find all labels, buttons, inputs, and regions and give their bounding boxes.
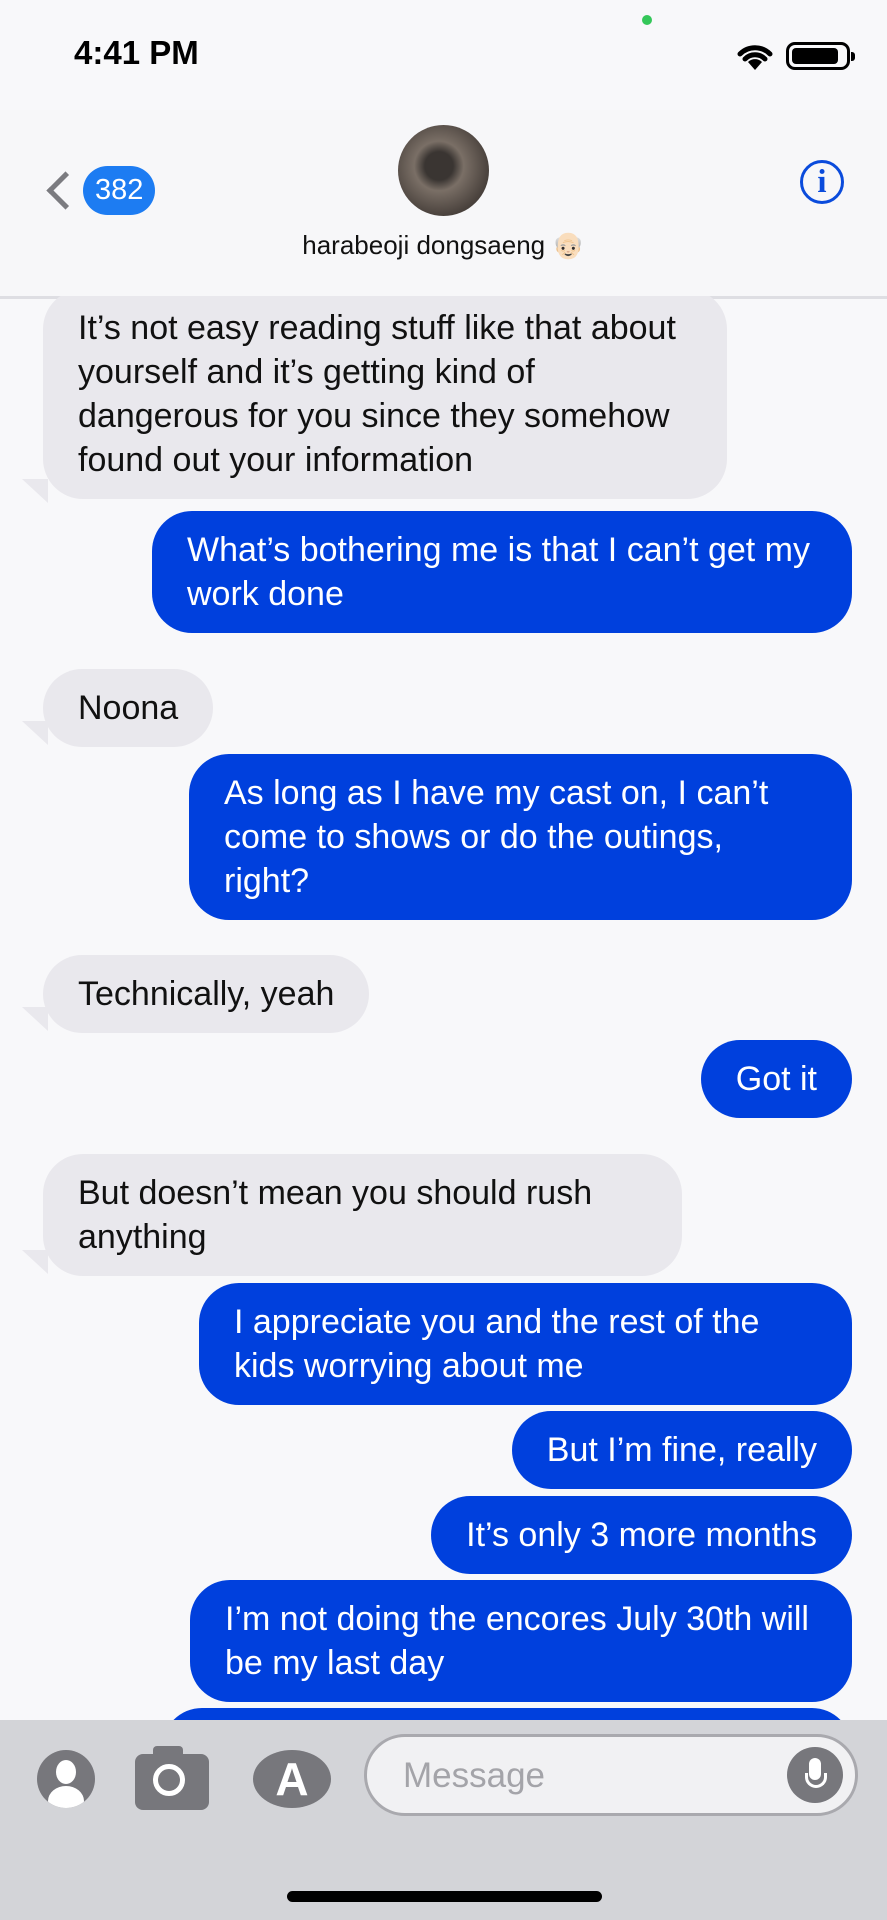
back-button[interactable]: 382 bbox=[38, 160, 168, 220]
contact-avatar[interactable] bbox=[398, 125, 489, 216]
message-bubble-outgoing[interactable]: I appreciate you and the rest of the kid… bbox=[199, 1283, 852, 1405]
battery-icon bbox=[786, 42, 855, 70]
message-bubble-outgoing-partial[interactable] bbox=[162, 1708, 852, 1720]
message-input[interactable]: Message bbox=[364, 1734, 858, 1816]
message-bubble-incoming[interactable]: Technically, yeah bbox=[43, 955, 370, 1033]
app-store-icon[interactable]: A bbox=[253, 1750, 331, 1808]
message-bubble-outgoing[interactable]: Got it bbox=[700, 1040, 852, 1118]
message-bubble-outgoing[interactable]: It’s only 3 more months bbox=[431, 1496, 852, 1574]
camera-in-use-indicator bbox=[642, 15, 652, 25]
bubble-tail bbox=[22, 1007, 48, 1031]
message-bubble-outgoing[interactable]: What’s bothering me is that I can’t get … bbox=[152, 511, 852, 633]
message-placeholder: Message bbox=[403, 1756, 546, 1795]
status-bar: 4:41 PM bbox=[0, 0, 887, 110]
microphone-icon[interactable] bbox=[787, 1747, 843, 1803]
bubble-tail bbox=[22, 479, 48, 503]
message-bubble-outgoing[interactable]: I’m not doing the encores July 30th will… bbox=[190, 1580, 852, 1702]
message-bubble-outgoing[interactable]: But I’m fine, really bbox=[511, 1411, 852, 1489]
message-bubble-incoming[interactable]: But doesn’t mean you should rush anythin… bbox=[43, 1154, 682, 1276]
unread-count-badge: 382 bbox=[83, 165, 156, 215]
home-indicator[interactable] bbox=[287, 1891, 602, 1902]
wifi-icon bbox=[737, 45, 773, 70]
message-bubble-incoming[interactable]: Noona bbox=[43, 669, 214, 747]
conversation-header: 382 harabeoji dongsaeng 👴🏻 i bbox=[0, 110, 887, 299]
camera-icon[interactable] bbox=[135, 1746, 209, 1810]
composer-bar: A Message bbox=[0, 1720, 887, 1920]
message-thread[interactable]: It’s not easy reading stuff like that ab… bbox=[0, 296, 887, 1720]
bubble-tail bbox=[22, 721, 48, 745]
status-time: 4:41 PM bbox=[74, 34, 199, 71]
bubble-tail bbox=[22, 1250, 48, 1274]
contact-share-icon[interactable] bbox=[37, 1750, 95, 1808]
message-bubble-incoming[interactable]: It’s not easy reading stuff like that ab… bbox=[43, 296, 727, 499]
info-icon[interactable]: i bbox=[800, 160, 844, 204]
message-bubble-outgoing[interactable]: As long as I have my cast on, I can’t co… bbox=[189, 754, 852, 920]
chevron-left-icon bbox=[46, 170, 85, 210]
contact-name[interactable]: harabeoji dongsaeng 👴🏻 bbox=[0, 230, 887, 261]
